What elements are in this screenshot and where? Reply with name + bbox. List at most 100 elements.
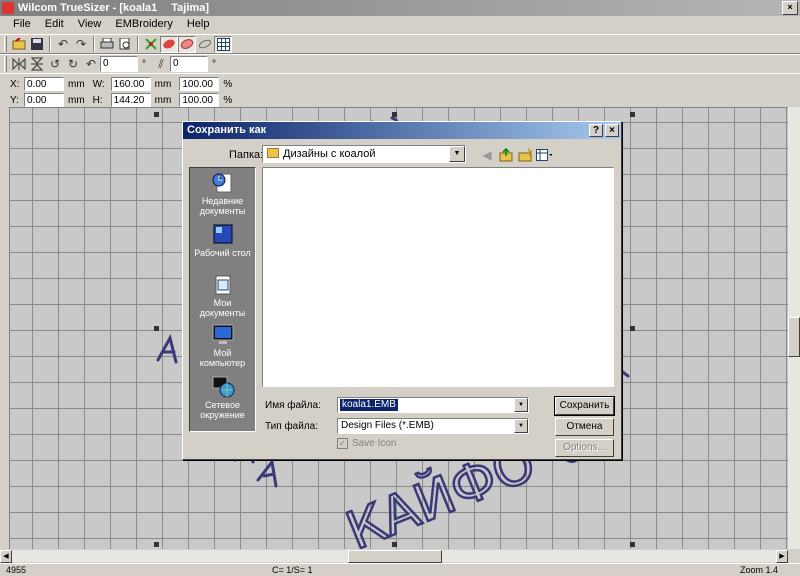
show-grid-icon[interactable] [214,35,232,53]
coordinates-panel: X: mm W: mm % Y: mm H: mm % [0,73,800,107]
save-file-icon[interactable] [28,36,46,53]
coords-row-x: X: mm W: mm % [10,76,232,92]
chevron-down-icon[interactable]: ▼ [449,146,465,162]
save-icon-label: Save Icon [352,438,397,449]
network-icon [211,376,235,398]
percent-label: % [223,94,233,106]
look-in-dropdown[interactable]: Дизайны с коалой ▼ [262,145,466,163]
view-menu-icon[interactable] [536,147,552,163]
print-icon[interactable] [98,36,116,53]
filename-input[interactable]: koala1.EMB ▼ [337,397,529,413]
vertical-scrollbar[interactable] [788,107,800,549]
selection-handle[interactable] [630,326,635,331]
new-folder-icon[interactable] [517,147,533,163]
rotate-angle-icon: ↶ [85,57,97,71]
app-icon [2,2,14,14]
x-label: X: [10,78,20,90]
percent-label: % [223,78,233,90]
look-in-value: Дизайны с коалой [283,148,376,160]
help-button[interactable]: ? [589,124,603,137]
vertical-ruler [0,107,10,549]
folder-icon [267,148,279,158]
close-window-button[interactable]: × [782,1,798,15]
my-computer-icon [211,324,235,346]
place-recent[interactable]: Недавние документы [190,172,255,216]
place-label: Недавние документы [199,196,246,216]
horizontal-scrollbar[interactable]: ◀ ▶ [0,549,788,563]
save-button[interactable]: Сохранить [554,396,615,416]
show-outlines-icon[interactable] [178,35,196,53]
chevron-down-icon[interactable]: ▼ [514,419,528,433]
place-my-computer[interactable]: Мой компьютер [190,324,255,368]
toolbar-grip[interactable] [4,56,7,72]
show-stitches-icon[interactable] [160,35,178,53]
menu-file[interactable]: File [6,16,38,33]
back-icon[interactable]: ◀ [479,147,495,163]
selection-handle[interactable] [154,326,159,331]
y-label: Y: [10,94,19,106]
open-file-icon[interactable] [10,36,28,53]
redo-icon[interactable]: ↷ [72,36,90,53]
menu-edit[interactable]: Edit [38,16,71,33]
filename-value[interactable]: koala1.EMB [340,399,398,411]
show-3d-icon[interactable] [196,36,214,53]
color-palette-icon[interactable] [142,36,160,53]
selection-handle[interactable] [630,542,635,547]
selection-handle[interactable] [154,112,159,117]
w-label: W: [92,78,105,90]
place-label: Сетевое окружение [200,400,245,420]
cancel-button[interactable]: Отмена [555,418,614,436]
print-preview-icon[interactable] [116,36,134,53]
unit-label: mm [68,78,85,90]
filetype-value: Design Files (*.EMB) [341,420,434,431]
menu-help[interactable]: Help [180,16,217,33]
rotate-right-icon[interactable]: ↻ [64,56,82,73]
unit-label: mm [68,94,85,106]
place-network[interactable]: Сетевое окружение [190,376,255,420]
main-toolbar: ↶ ↷ [0,34,800,54]
rotate-left-icon[interactable]: ↺ [46,56,64,73]
mirror-horizontal-icon[interactable] [10,56,28,73]
height-field[interactable] [110,93,151,107]
transform-toolbar: ↺ ↻ ↶ 0 ° ⫽ 0 ° [0,54,800,74]
toolbar-separator [49,36,51,52]
h-label: H: [92,94,103,106]
filename-label: Имя файла: [265,400,321,411]
toolbar-separator [93,36,95,52]
file-list[interactable] [262,167,614,387]
selection-handle[interactable] [392,542,397,547]
recent-documents-icon [211,172,235,194]
place-label: Мои документы [199,298,246,318]
width-field[interactable] [110,77,151,91]
vertical-scroll-thumb[interactable] [788,317,800,357]
save-icon-checkbox[interactable]: ✓ Save Icon [337,438,396,449]
slant-angle-input[interactable]: 0 [170,56,208,72]
rotate-angle-input[interactable]: 0 [100,56,138,72]
status-bar: 4955 C= 1/S= 1 Zoom 1.4 [0,563,800,576]
filetype-dropdown[interactable]: Design Files (*.EMB) ▼ [337,418,529,434]
x-field[interactable] [24,77,64,91]
up-folder-icon[interactable] [498,147,514,163]
slant-angle-icon: ⫽ [158,56,164,71]
place-my-documents[interactable]: Мои документы [190,274,255,318]
y-field[interactable] [24,93,64,107]
height-scale-field[interactable] [179,93,220,107]
options-button[interactable]: Options... [555,439,614,457]
selection-handle[interactable] [154,542,159,547]
toolbar-grip[interactable] [4,36,7,52]
menu-view[interactable]: View [71,16,109,33]
scroll-right-arrow-icon[interactable]: ▶ [776,550,788,563]
selection-handle[interactable] [630,112,635,117]
mirror-vertical-icon[interactable] [28,56,46,73]
place-desktop[interactable]: Рабочий стол [190,224,255,258]
selection-handle[interactable] [392,112,397,117]
scroll-left-arrow-icon[interactable]: ◀ [0,550,12,563]
dialog-close-button[interactable]: × [605,124,619,137]
undo-icon[interactable]: ↶ [54,36,72,53]
horizontal-scroll-thumb[interactable] [348,550,442,563]
window-controls: × [782,1,798,15]
chevron-down-icon[interactable]: ▼ [514,398,528,412]
width-scale-field[interactable] [179,77,220,91]
menu-embroidery[interactable]: EMBroidery [108,16,179,33]
unit-label: mm [154,94,172,106]
